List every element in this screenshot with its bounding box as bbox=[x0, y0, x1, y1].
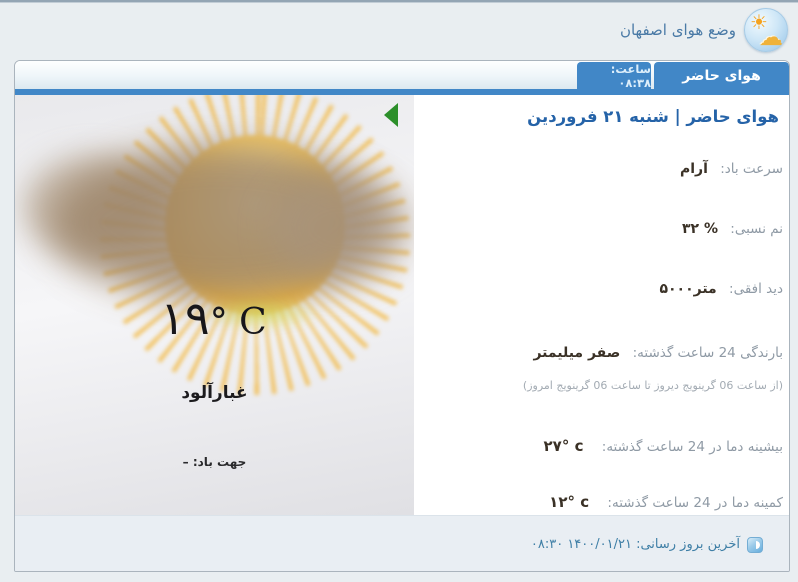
humidity-label: نم نسبی: bbox=[730, 221, 783, 237]
panel-title: هوای حاضر | شنبه ۲۱ فروردین bbox=[424, 107, 779, 126]
visibility-row: دید افقی: ۵۰۰۰متر bbox=[420, 281, 783, 297]
last-update-text: آخرین بروز رسانی: ۱۴۰۰/۰۱/۲۱ ۰۸:۳۰ bbox=[531, 537, 740, 552]
min-temp-value: ۱۲° c bbox=[549, 493, 589, 511]
wind-speed-label: سرعت باد: bbox=[720, 161, 783, 177]
footer: آخرین بروز رسانی: ۱۴۰۰/۰۱/۲۱ ۰۸:۳۰ bbox=[15, 515, 789, 572]
update-icon-glyph bbox=[752, 541, 760, 549]
current-conditions-panel: ۱۹° C غبارآلود جهت باد: – bbox=[15, 95, 414, 515]
tab-current-weather[interactable]: هوای حاضر bbox=[654, 62, 789, 89]
current-temperature: ۱۹° C bbox=[15, 291, 414, 345]
dust-cloud-right bbox=[270, 173, 410, 283]
title-arrow-icon bbox=[384, 103, 398, 127]
max-temp-value: ۲۷° c bbox=[544, 437, 584, 455]
condition-text: غبارآلود bbox=[15, 383, 414, 403]
temperature-unit: ° C bbox=[210, 302, 269, 343]
wind-speed-row: سرعت باد: آرام bbox=[420, 161, 783, 177]
page-title: وضع هوای اصفهان bbox=[620, 21, 736, 39]
precipitation-row: بارندگی 24 ساعت گذشته: صفر میلیمتر bbox=[420, 345, 783, 361]
humidity-row: نم نسبی: ۳۲ % bbox=[420, 221, 783, 237]
precipitation-value: صفر میلیمتر bbox=[533, 345, 620, 361]
wind-direction-text: جهت باد: – bbox=[15, 455, 414, 469]
min-temp-row: کمینه دما در 24 ساعت گذشته: ۱۲° c bbox=[420, 493, 783, 511]
wind-speed-value: آرام bbox=[680, 161, 708, 177]
humidity-value: ۳۲ % bbox=[682, 221, 718, 237]
visibility-value: ۵۰۰۰متر bbox=[659, 281, 716, 297]
weather-widget: ساعت: ۰۸:۳۸ هوای حاضر هوای حاضر | شنبه ۲… bbox=[14, 60, 790, 572]
content-area: هوای حاضر | شنبه ۲۱ فروردین سرعت باد: آر… bbox=[15, 95, 789, 515]
temperature-value: ۱۹ bbox=[160, 291, 209, 345]
update-icon bbox=[747, 537, 763, 553]
tab-bar: ساعت: ۰۸:۳۸ هوای حاضر bbox=[15, 61, 789, 89]
max-temp-row: بیشینه دما در 24 ساعت گذشته: ۲۷° c bbox=[420, 437, 783, 455]
weather-details-panel: هوای حاضر | شنبه ۲۱ فروردین سرعت باد: آر… bbox=[414, 95, 789, 515]
time-label: ساعت: ۰۸:۳۸ bbox=[577, 62, 651, 89]
visibility-label: دید افقی: bbox=[729, 281, 783, 297]
max-temp-label: بیشینه دما در 24 ساعت گذشته: bbox=[602, 439, 783, 455]
precipitation-label: بارندگی 24 ساعت گذشته: bbox=[633, 345, 783, 361]
site-header: ☀ ☁ وضع هوای اصفهان bbox=[0, 3, 798, 57]
sun-cloud-icon: ☀ ☁ bbox=[744, 8, 788, 52]
precipitation-note: (از ساعت 06 گرینویج دیروز تا ساعت 06 گری… bbox=[420, 379, 783, 392]
cloud-icon: ☁ bbox=[759, 23, 783, 51]
min-temp-label: کمینه دما در 24 ساعت گذشته: bbox=[607, 495, 783, 511]
